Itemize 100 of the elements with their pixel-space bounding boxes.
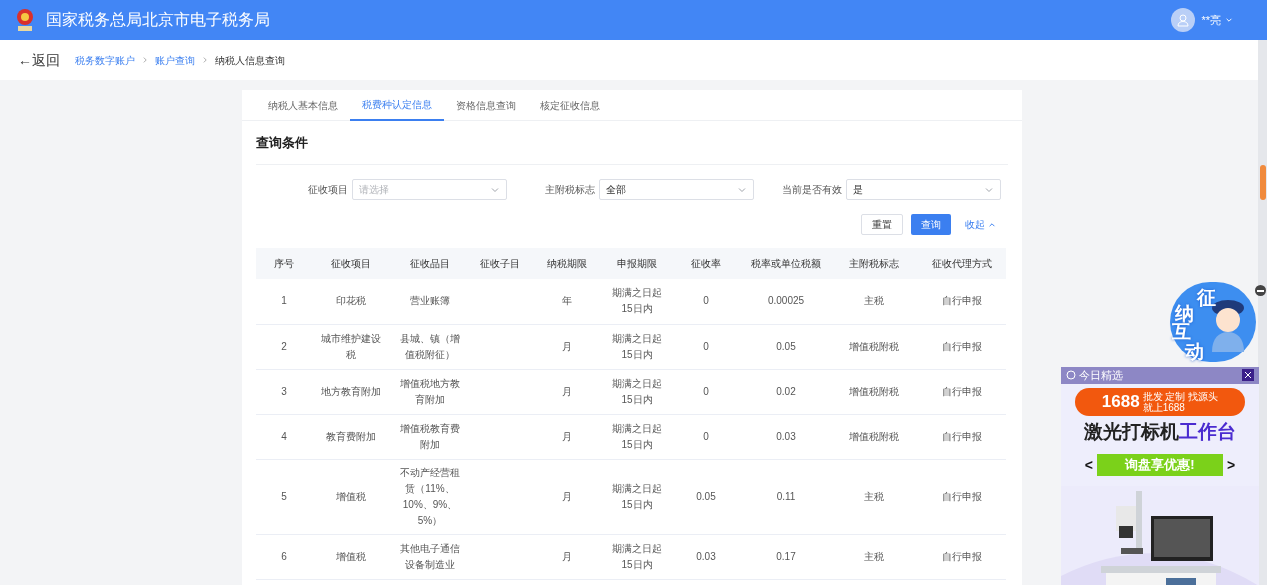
table-cell: 教育费附加 (326, 430, 376, 442)
table-cell: 不动产经营租赁（11%、10%、9%、5%） (400, 466, 460, 526)
table-cell: 期满之日起15日内 (612, 482, 662, 510)
table-cell: 增值税地方教育附加 (400, 377, 460, 405)
table-cell: 0.03 (776, 430, 796, 442)
separator-icon (201, 56, 209, 64)
table-cell: 主税 (864, 490, 884, 502)
brand-tagline: 就上1688 (1142, 402, 1186, 413)
table-cell: 0.05 (776, 340, 796, 352)
column-header: 纳税期限 (530, 248, 604, 279)
scroll-marker (1260, 165, 1266, 200)
table-cell: 自行申报 (942, 340, 982, 352)
table-cell: 1 (281, 295, 287, 307)
badge-text: 动 (1185, 340, 1204, 364)
user-name[interactable]: **亮 (1201, 11, 1221, 29)
back-link[interactable]: ←返回 (18, 49, 60, 71)
table-cell: 月 (562, 490, 572, 502)
table-cell: 营业账簿 (410, 295, 450, 307)
minimize-icon[interactable] (1255, 285, 1266, 296)
table-cell: 期满之日起15日内 (612, 542, 662, 570)
table-cell: 增值税附税 (849, 430, 899, 442)
current-page-text: 纳税人信息查询 (215, 53, 285, 68)
brand-text: 1688 (1101, 391, 1140, 414)
table-cell: 0.02 (776, 385, 796, 397)
column-header: 税率或单位税额 (742, 248, 830, 279)
table-cell: 增值税教育费附加 (400, 422, 460, 450)
refresh-icon (1066, 370, 1076, 381)
close-icon[interactable] (1242, 369, 1254, 382)
table-cell: 0.11 (776, 490, 796, 502)
field-label: 征收项目 (307, 183, 348, 197)
caret-icon[interactable] (1225, 16, 1233, 24)
table-cell: 月 (562, 385, 572, 397)
select-field[interactable]: 是 (846, 179, 1001, 200)
ad-headline: 工作台 (1179, 419, 1236, 444)
tab[interactable]: 纳税人基本信息 (256, 90, 350, 121)
column-header: 征收子目 (470, 248, 530, 279)
field-label: 主附税标志 (544, 183, 595, 197)
reset-button[interactable]: 重置 (861, 214, 903, 235)
column-header: 征收代理方式 (918, 248, 1006, 279)
tab[interactable]: 核定征收信息 (528, 90, 612, 121)
badge-text: 纳 (1175, 302, 1194, 324)
table-cell: 0.05 (696, 490, 716, 502)
table-cell: 地方教育附加 (321, 385, 381, 397)
avatar-icon[interactable] (1171, 8, 1196, 32)
prev-arrow[interactable]: < (1084, 454, 1093, 476)
table-cell: 0 (703, 340, 709, 352)
table-cell: 0 (703, 295, 709, 307)
table-cell: 0 (703, 385, 709, 397)
table-cell: 增值税附税 (849, 340, 899, 352)
table-cell: 主税 (864, 550, 884, 562)
caret-icon (988, 220, 996, 229)
table-cell: 0.03 (696, 550, 716, 562)
table-cell: 4 (281, 430, 287, 442)
column-header: 征收项目 (312, 248, 390, 279)
table-cell: 增值税 (336, 550, 366, 562)
separator-icon (141, 56, 149, 64)
table-cell: 期满之日起15日内 (612, 287, 662, 315)
breadcrumb-link[interactable]: 税务数字账户 (75, 52, 135, 68)
query-button[interactable]: 查询 (911, 214, 951, 235)
table-cell: 5 (281, 490, 287, 502)
table-cell: 年 (562, 295, 572, 307)
table-cell: 期满之日起15日内 (612, 422, 662, 450)
table-cell: 增值税附税 (849, 385, 899, 397)
column-header: 主附税标志 (830, 248, 918, 279)
column-header: 申报期限 (604, 248, 670, 279)
table-cell: 3 (281, 385, 287, 397)
emblem-icon (14, 7, 36, 33)
scrollbar[interactable] (1258, 40, 1267, 585)
table-cell: 主税 (864, 295, 884, 307)
collapse-link[interactable]: 收起 (965, 217, 996, 232)
column-header: 征收品目 (390, 248, 470, 279)
table-cell: 自行申报 (942, 430, 982, 442)
table-cell: 印花税 (336, 295, 366, 307)
column-header: 序号 (256, 248, 312, 279)
table-cell: 增值税 (336, 490, 366, 502)
badge-text: 征 (1197, 286, 1216, 310)
table-cell: 期满之日起15日内 (612, 332, 662, 360)
table-cell: 自行申报 (942, 295, 982, 307)
table-cell: 0 (703, 430, 709, 442)
tab[interactable]: 税费种认定信息 (350, 90, 444, 121)
tab[interactable]: 资格信息查询 (444, 90, 528, 121)
table-cell: 月 (562, 340, 572, 352)
table-cell: 自行申报 (942, 385, 982, 397)
field-label: 当前是否有效 (781, 183, 842, 197)
ad-headline: 激光打标机 (1084, 419, 1179, 444)
table-cell: 县城、镇（增值税附征） (400, 332, 460, 360)
brand-tagline: 批发 定制 找源头 (1142, 391, 1219, 402)
table-cell: 期满之日起15日内 (612, 377, 662, 405)
table-cell: 自行申报 (942, 550, 982, 562)
table-cell: 其他电子通信设备制造业 (400, 542, 460, 570)
table-cell: 城市维护建设税 (321, 332, 381, 360)
table-cell: 2 (281, 340, 287, 352)
table-cell: 0.00025 (767, 295, 805, 307)
table-cell: 0.17 (776, 550, 796, 562)
section-title: 查询条件 (256, 133, 308, 152)
table-cell: 月 (562, 550, 572, 562)
breadcrumb-link[interactable]: 账户查询 (155, 52, 195, 68)
next-arrow[interactable]: > (1227, 454, 1236, 476)
column-header: 征收率 (670, 248, 742, 279)
select-field[interactable]: 全部 (599, 179, 754, 200)
